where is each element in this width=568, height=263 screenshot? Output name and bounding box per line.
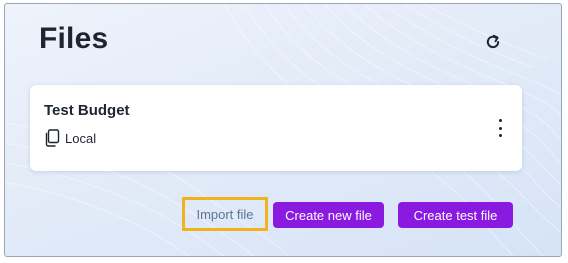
file-menu-button[interactable] bbox=[496, 119, 504, 137]
page-title: Files bbox=[39, 22, 109, 55]
create-new-file-button[interactable]: Create new file bbox=[273, 202, 384, 228]
file-card[interactable]: Test Budget Local bbox=[30, 85, 522, 171]
file-location-label: Local bbox=[65, 130, 97, 146]
refresh-button[interactable] bbox=[481, 30, 505, 54]
vertical-dots-icon bbox=[498, 119, 502, 122]
files-window: Files Test Budget Local Import file Crea… bbox=[4, 3, 562, 257]
file-name: Test Budget bbox=[44, 102, 130, 119]
create-test-file-button[interactable]: Create test file bbox=[398, 202, 513, 228]
import-file-button[interactable]: Import file bbox=[182, 197, 268, 231]
refresh-icon bbox=[486, 34, 500, 49]
files-copy-icon bbox=[45, 129, 60, 147]
file-location: Local bbox=[44, 129, 96, 147]
